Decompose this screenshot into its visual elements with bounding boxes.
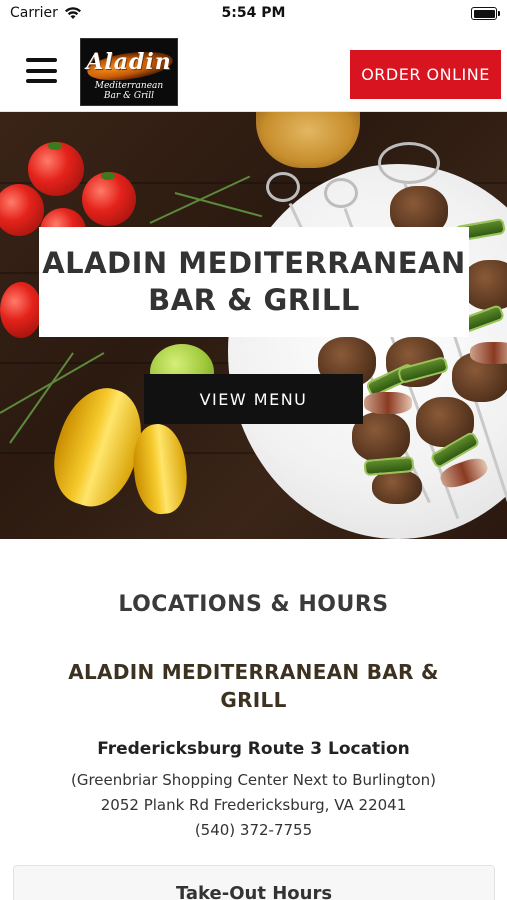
logo-name: Aladin [86,49,172,75]
hero-title-line-1: ALADIN MEDITERRANEAN [42,246,466,280]
status-bar: Carrier 5:54 PM [0,0,507,28]
locations-section: LOCATIONS & HOURS ALADIN MEDITERRANEAN B… [0,539,507,900]
locations-heading: LOCATIONS & HOURS [118,592,389,617]
hero-banner: ALADIN MEDITERRANEAN BAR & GRILL VIEW ME… [0,112,507,539]
restaurant-logo[interactable]: Aladin Mediterranean Bar & Grill [80,38,178,106]
order-online-button[interactable]: ORDER ONLINE [350,50,501,99]
battery-icon [471,7,500,20]
site-header: Aladin Mediterranean Bar & Grill ORDER O… [0,28,507,112]
hero-title-card: ALADIN MEDITERRANEAN BAR & GRILL [39,227,469,337]
view-menu-button[interactable]: VIEW MENU [144,374,363,424]
address-note: (Greenbriar Shopping Center Next to Burl… [70,771,436,789]
hero-title-line-2: BAR & GRILL [148,283,360,317]
hours-card-title: Take-Out Hours [175,883,333,900]
phone-link[interactable]: (540) 372-7755 [0,821,507,839]
restaurant-name: ALADIN MEDITERRANEAN BAR & GRILL [68,660,439,712]
status-time: 5:54 PM [221,5,286,21]
hours-card: Take-Out Hours [13,865,495,900]
tomato-image [28,142,84,196]
logo-subtitle: Mediterranean Bar & Grill [94,81,164,101]
hamburger-menu-icon[interactable] [26,58,57,83]
location-title: Fredericksburg Route 3 Location [97,739,410,759]
address-link[interactable]: 2052 Plank Rd Fredericksburg, VA 22041 [0,796,507,814]
